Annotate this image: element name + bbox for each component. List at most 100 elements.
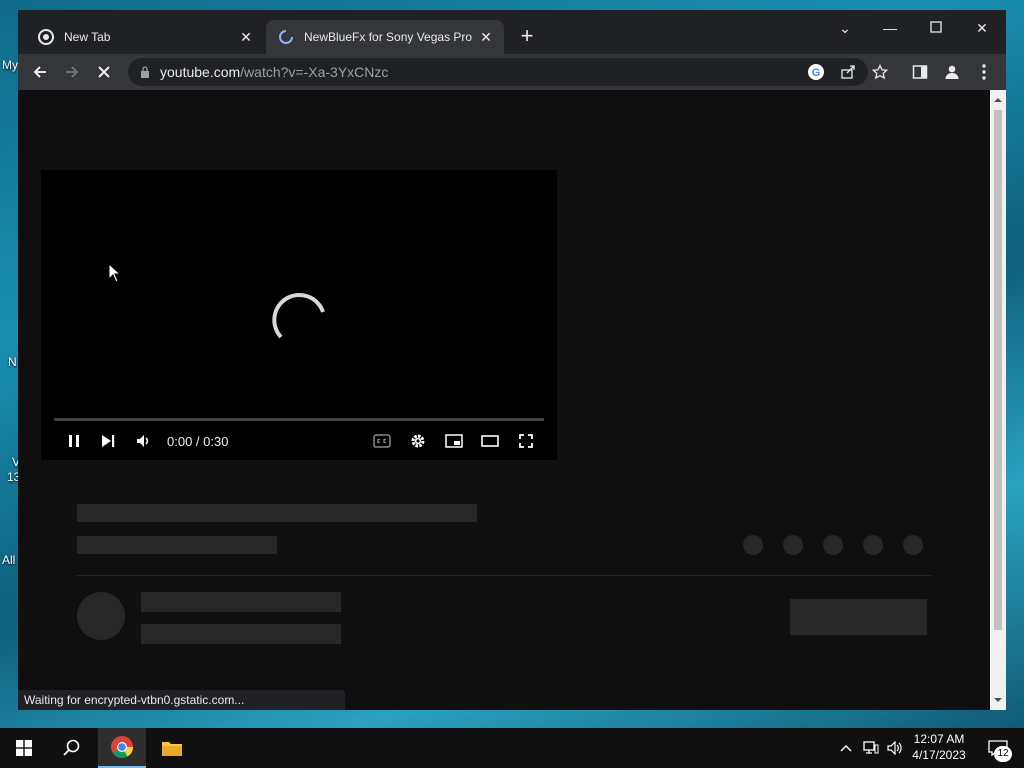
pause-button[interactable]: [63, 430, 85, 452]
close-window-button[interactable]: ✕: [970, 16, 994, 40]
back-button[interactable]: [26, 58, 54, 86]
search-button[interactable]: [48, 728, 96, 768]
minimize-button[interactable]: —: [878, 16, 902, 40]
url-host: youtube.com: [160, 64, 241, 80]
profile-button[interactable]: [938, 58, 966, 86]
taskbar: 12:07 AM 4/17/2023 12: [0, 728, 1024, 768]
mouse-cursor-icon: [108, 263, 122, 283]
share-button[interactable]: [834, 58, 862, 86]
fullscreen-icon: [519, 434, 533, 448]
action-placeholder: [863, 535, 883, 555]
page-scrollbar[interactable]: [990, 90, 1006, 710]
close-tab-icon[interactable]: ✕: [478, 29, 494, 45]
tab-new-tab[interactable]: New Tab ✕: [26, 20, 264, 54]
side-panel-icon: [912, 65, 928, 79]
gear-icon: [411, 434, 425, 448]
google-lens-button[interactable]: G: [802, 58, 830, 86]
channel-name-placeholder: [141, 592, 341, 612]
pause-icon: [69, 435, 79, 447]
status-bubble: Waiting for encrypted-vtbn0.gstatic.com.…: [18, 690, 345, 710]
chrome-icon: [38, 29, 54, 45]
start-button[interactable]: [0, 728, 48, 768]
divider: [77, 575, 931, 576]
show-hidden-icons-button[interactable]: [836, 728, 856, 768]
skip-next-icon: [102, 435, 115, 447]
scroll-up-icon[interactable]: [994, 96, 1002, 104]
channel-info-placeholder: [141, 624, 341, 644]
action-center-button[interactable]: 12: [978, 728, 1018, 768]
tab-search-icon[interactable]: ⌄: [833, 16, 857, 40]
video-player[interactable]: 0:00 / 0:30: [41, 170, 557, 460]
lock-icon: [141, 66, 149, 78]
scrollbar-thumb[interactable]: [994, 110, 1002, 630]
tab-youtube[interactable]: NewBlueFx for Sony Vegas Pro 1 ✕: [266, 20, 504, 54]
fullscreen-button[interactable]: [515, 430, 537, 452]
action-placeholder: [903, 535, 923, 555]
windows-icon: [16, 740, 32, 756]
loading-spinner-icon: [279, 30, 293, 44]
progress-bar[interactable]: [54, 418, 544, 421]
address-bar[interactable]: youtube.com/watch?v=-Xa-3YxCNzc: [128, 58, 868, 86]
notification-badge: 12: [994, 746, 1012, 762]
tab-title: New Tab: [64, 30, 111, 44]
url-text: youtube.com/watch?v=-Xa-3YxCNzc: [160, 64, 388, 80]
more-vert-icon: [982, 64, 986, 80]
clock[interactable]: 12:07 AM 4/17/2023: [906, 732, 972, 762]
settings-button[interactable]: [407, 430, 429, 452]
next-button[interactable]: [97, 430, 119, 452]
chevron-up-icon: [840, 745, 852, 752]
volume-icon: [137, 435, 149, 447]
stop-loading-button[interactable]: [90, 58, 118, 86]
new-tab-button[interactable]: +: [516, 25, 538, 48]
loading-spinner-icon: [272, 293, 325, 339]
theater-icon: [481, 435, 499, 447]
network-icon: [863, 741, 879, 754]
desktop-icon-label: N: [8, 355, 17, 369]
action-placeholder: [783, 535, 803, 555]
clock-time: 12:07 AM: [913, 732, 965, 746]
bookmark-button[interactable]: [866, 58, 894, 86]
url-path: /watch?v=-Xa-3YxCNzc: [240, 64, 389, 80]
close-icon: [98, 66, 110, 78]
speaker-icon: [887, 741, 902, 755]
browser-window: New Tab ✕ NewBlueFx for Sony Vegas Pro 1…: [18, 10, 1006, 710]
avatar-placeholder: [77, 592, 125, 640]
chrome-icon: [111, 736, 133, 758]
svg-text:G: G: [812, 67, 821, 79]
tab-strip: New Tab ✕ NewBlueFx for Sony Vegas Pro 1…: [18, 10, 1006, 54]
captions-button[interactable]: [371, 430, 393, 452]
mute-button[interactable]: [133, 430, 155, 452]
captions-icon: [373, 434, 391, 448]
time-display: 0:00 / 0:30: [167, 434, 229, 449]
side-panel-button[interactable]: [906, 58, 934, 86]
search-icon: [63, 739, 80, 756]
maximize-button[interactable]: [924, 16, 948, 40]
folder-icon: [162, 742, 182, 756]
action-placeholder: [823, 535, 843, 555]
scroll-down-icon[interactable]: [994, 696, 1002, 704]
desktop-icon-label: All: [2, 553, 16, 567]
browser-toolbar: youtube.com/watch?v=-Xa-3YxCNzc G: [18, 54, 1006, 90]
taskbar-chrome[interactable]: [98, 728, 146, 768]
miniplayer-icon: [445, 434, 463, 448]
close-tab-icon[interactable]: ✕: [238, 29, 254, 45]
subtitle-placeholder: [77, 536, 277, 554]
person-icon: [945, 65, 959, 79]
taskbar-file-explorer[interactable]: [148, 728, 196, 768]
title-placeholder: [77, 504, 477, 522]
tab-title: NewBlueFx for Sony Vegas Pro 1: [304, 30, 474, 44]
miniplayer-button[interactable]: [443, 430, 465, 452]
arrow-left-icon: [33, 66, 46, 78]
theater-mode-button[interactable]: [479, 430, 501, 452]
volume-button[interactable]: [884, 728, 906, 768]
forward-button[interactable]: [58, 58, 86, 86]
share-icon: [841, 65, 855, 79]
clock-date: 4/17/2023: [912, 748, 966, 762]
menu-button[interactable]: [970, 58, 998, 86]
subscribe-placeholder: [790, 599, 927, 635]
action-placeholder: [743, 535, 763, 555]
network-button[interactable]: [860, 728, 882, 768]
google-icon: G: [808, 64, 824, 80]
star-icon: [872, 64, 888, 80]
page-viewport: 0:00 / 0:30: [18, 90, 990, 710]
